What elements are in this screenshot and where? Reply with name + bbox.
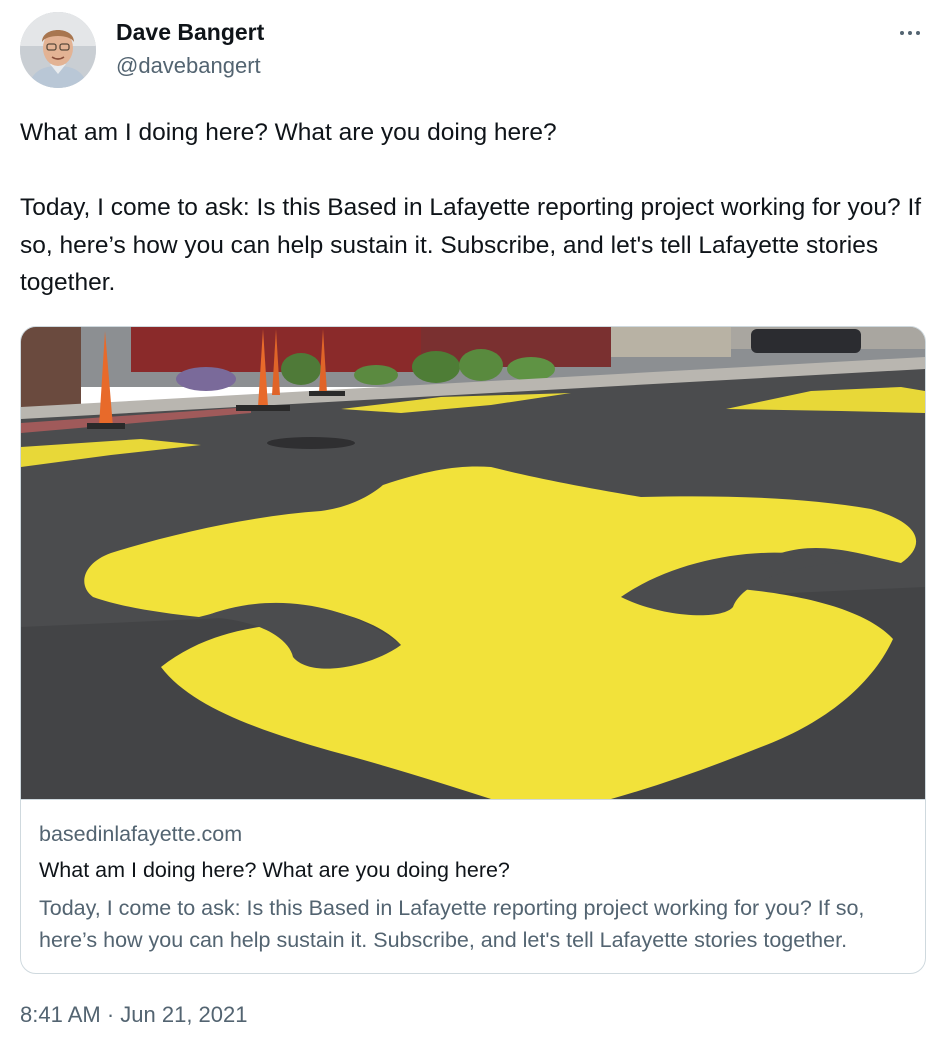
tweet-paragraph-2: Today, I come to ask: Is this Based in L… bbox=[20, 194, 922, 296]
link-card[interactable]: basedinlafayette.com What am I doing her… bbox=[20, 326, 926, 974]
avatar-photo bbox=[20, 12, 96, 88]
tweet-paragraph-1: What am I doing here? What are you doing… bbox=[20, 119, 557, 146]
tweet-timestamp[interactable]: 8:41 AM · Jun 21, 2021 bbox=[20, 1002, 248, 1028]
ellipsis-dot bbox=[900, 31, 904, 35]
tweet: Dave Bangert @davebangert What am I doin… bbox=[0, 0, 952, 1044]
author-name[interactable]: Dave Bangert bbox=[116, 19, 264, 46]
tweet-text: What am I doing here? What are you doing… bbox=[20, 114, 930, 302]
link-card-description: Today, I come to ask: Is this Based in L… bbox=[39, 896, 865, 952]
link-card-meta: basedinlafayette.com What am I doing her… bbox=[21, 799, 925, 973]
author-handle[interactable]: @davebangert bbox=[116, 53, 261, 79]
ellipsis-dot bbox=[916, 31, 920, 35]
link-card-domain: basedinlafayette.com bbox=[39, 822, 243, 846]
avatar[interactable] bbox=[20, 12, 96, 88]
link-card-title: What am I doing here? What are you doing… bbox=[39, 858, 510, 882]
ellipsis-dot bbox=[908, 31, 912, 35]
link-card-image[interactable] bbox=[21, 327, 925, 799]
ellipsis-icon[interactable] bbox=[890, 18, 930, 48]
street-fleur-de-lis-image bbox=[21, 327, 925, 799]
